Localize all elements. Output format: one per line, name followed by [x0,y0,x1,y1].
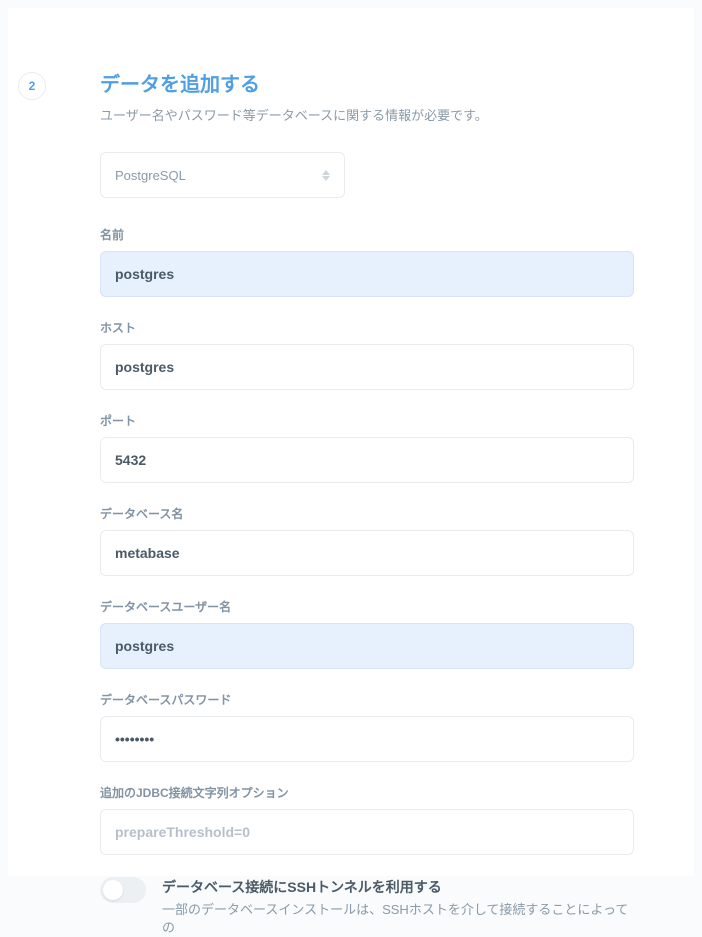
page-title: データを追加する [100,68,634,97]
name-label: 名前 [100,226,634,243]
jdbc-input[interactable] [100,809,634,855]
port-input[interactable] [100,437,634,483]
ssh-toggle-desc: 一部のデータベースインストールは、SSHホストを介して接続することによっての [162,901,634,937]
ssh-toggle-title: データベース接続にSSHトンネルを利用する [162,877,634,897]
ssh-tunnel-toggle[interactable] [100,877,146,903]
db-type-select[interactable]: PostgreSQL [100,152,345,198]
host-input[interactable] [100,344,634,390]
host-label: ホスト [100,319,634,336]
db-type-selected: PostgreSQL [115,168,186,183]
user-input[interactable] [100,623,634,669]
dbname-label: データベース名 [100,505,634,522]
port-label: ポート [100,412,634,429]
name-input[interactable] [100,251,634,297]
step-number: 2 [29,79,36,93]
jdbc-label: 追加のJDBC接続文字列オプション [100,784,634,801]
step-marker: 2 [18,72,46,100]
dbname-input[interactable] [100,530,634,576]
page-subtitle: ユーザー名やパスワード等データベースに関する情報が必要です。 [100,105,634,124]
password-input[interactable] [100,716,634,762]
password-label: データベースパスワード [100,691,634,708]
user-label: データベースユーザー名 [100,598,634,615]
chevron-up-down-icon [322,170,330,181]
toggle-knob [103,880,123,900]
